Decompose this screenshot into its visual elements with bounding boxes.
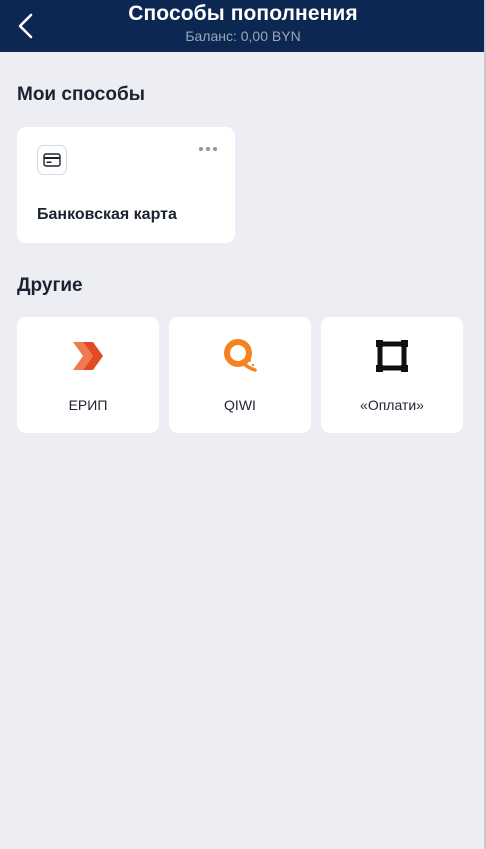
qiwi-method-card[interactable]: QIWI	[169, 317, 311, 433]
oplati-logo-icon	[321, 337, 463, 375]
more-dot	[206, 147, 210, 151]
oplati-label: «Оплати»	[360, 397, 424, 413]
credit-card-icon	[37, 145, 67, 175]
bank-card-label: Банковская карта	[37, 206, 177, 223]
qiwi-label: QIWI	[224, 397, 256, 413]
balance-subtitle: Баланс: 0,00 BYN	[185, 28, 301, 44]
page-title: Способы пополнения	[128, 2, 358, 25]
my-methods-heading: Мои способы	[17, 84, 145, 105]
erip-logo-icon	[17, 337, 159, 375]
app-header: Способы пополнения Баланс: 0,00 BYN	[0, 0, 484, 52]
more-options-button[interactable]	[195, 139, 221, 159]
more-dot	[213, 147, 217, 151]
erip-label: ЕРИП	[68, 397, 108, 413]
qiwi-logo-icon	[169, 337, 311, 375]
screen: Способы пополнения Баланс: 0,00 BYN Мои …	[0, 0, 486, 849]
oplati-method-card[interactable]: «Оплати»	[321, 317, 463, 433]
other-methods-heading: Другие	[17, 275, 83, 296]
more-dots-icon	[199, 147, 203, 151]
bank-card-method[interactable]: Банковская карта	[17, 127, 235, 243]
erip-method-card[interactable]: ЕРИП	[17, 317, 159, 433]
